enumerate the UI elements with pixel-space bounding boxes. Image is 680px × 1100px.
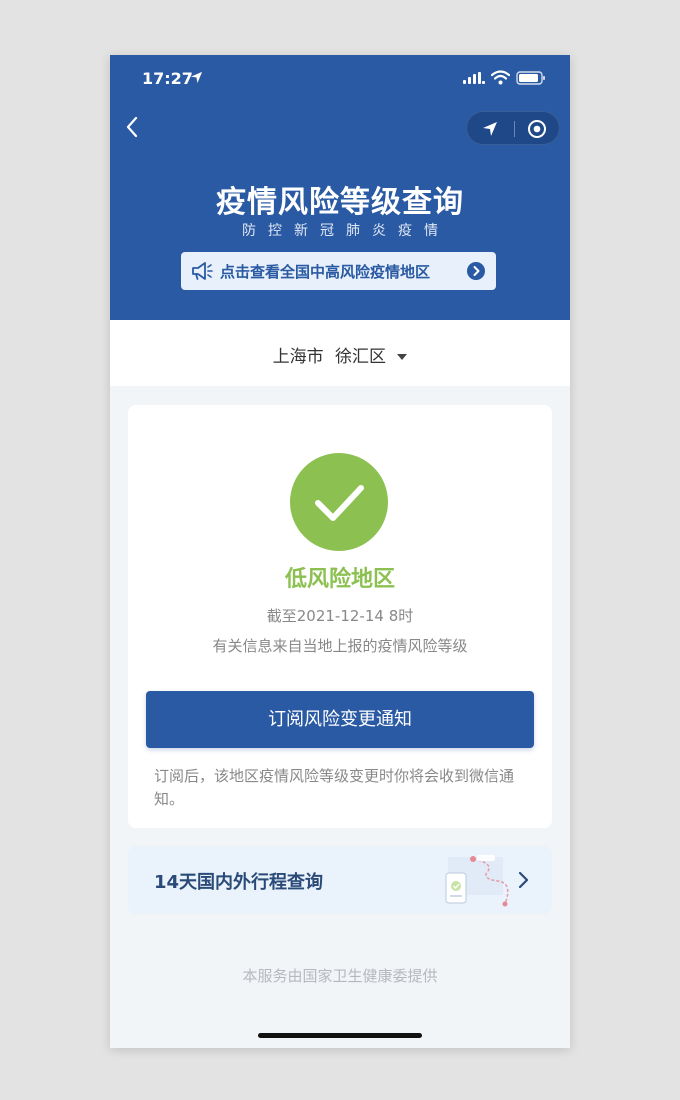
as-of-time: 截至2021-12-14 8时 [266,607,414,625]
chevron-right-icon [518,871,529,889]
source-note: 有关信息来自当地上报的疫情风险等级 [212,637,468,655]
page-title: 疫情风险等级查询 [216,185,464,220]
location-text: 上海市 徐汇区 [110,342,570,367]
back-icon[interactable] [124,115,142,139]
subscribe-button[interactable]: 订阅风险变更通知 [146,691,534,748]
check-icon [290,453,388,551]
megaphone-icon [192,262,213,280]
battery-icon [516,71,545,85]
high-risk-areas-banner[interactable]: 点击查看全国中高风险疫情地区 [181,252,496,290]
mini-program-capsule [466,111,560,145]
location-city: 上海市 [272,347,324,367]
location-selector[interactable]: 上海市 徐汇区 [110,320,570,386]
status-time: 17:27 [142,69,193,88]
subscribe-note: 订阅后，该地区疫情风险等级变更时你将会收到微信通知。 [154,767,515,808]
footer-text: 本服务由国家卫生健康委提供 [242,967,438,985]
itinerary-label: 14天国内外行程查询 [154,872,324,893]
itinerary-query-card[interactable]: 14天国内外行程查询 [128,846,552,914]
wifi-icon [491,70,510,85]
header: 17:27 疫情风险等级查询 防控新冠肺炎疫情 点击查看全国中高风险疫情地区 [110,55,570,320]
location-arrow-icon [190,71,203,84]
location-icon[interactable] [481,120,499,138]
chevron-right-icon [467,262,485,280]
risk-level: 低风险地区 [284,567,395,592]
page-subtitle: 防控新冠肺炎疫情 [242,223,450,239]
home-indicator[interactable] [258,1033,422,1038]
phone-screen: 17:27 疫情风险等级查询 防控新冠肺炎疫情 点击查看全国中高风险疫情地区 上… [110,55,570,1048]
status-bar: 17:27 [110,55,570,105]
signal-icon [463,72,485,84]
banner-label: 点击查看全国中高风险疫情地区 [220,263,431,281]
risk-card: 低风险地区 截至2021-12-14 8时 有关信息来自当地上报的疫情风险等级 … [128,405,552,828]
target-icon[interactable] [527,119,547,139]
capsule-divider [514,121,515,137]
location-district: 徐汇区 [335,347,386,367]
caret-down-icon [397,354,408,360]
